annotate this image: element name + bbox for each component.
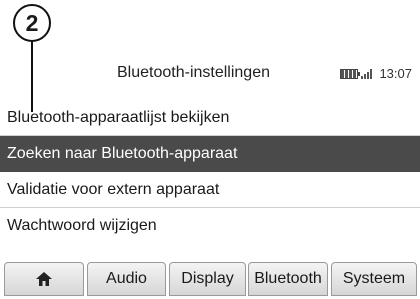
tab-label: Display <box>181 270 234 287</box>
menu-item-label: Bluetooth-apparaatlijst bekijken <box>7 109 230 126</box>
callout-number-badge: 2 <box>13 4 51 42</box>
tab-display[interactable]: Display <box>169 262 246 296</box>
menu-item-change-password[interactable]: Wachtwoord wijzigen <box>0 208 420 244</box>
tab-label: Bluetooth <box>254 270 322 287</box>
tab-home[interactable] <box>4 262 84 296</box>
battery-icon <box>340 68 361 79</box>
home-icon <box>36 272 52 286</box>
tab-bluetooth[interactable]: Bluetooth <box>248 262 328 296</box>
menu-item-validate-external-device[interactable]: Validatie voor extern apparaat <box>0 172 420 208</box>
clock-time: 13:07 <box>379 66 412 81</box>
status-area: 13:07 <box>340 66 412 81</box>
signal-icon <box>361 68 373 79</box>
tab-label: Systeem <box>342 270 406 287</box>
screen-title: Bluetooth-instellingen <box>117 64 270 81</box>
screen-header: Bluetooth-instellingen 13:07 <box>0 58 420 88</box>
menu-item-label: Zoeken naar Bluetooth-apparaat <box>7 145 238 162</box>
menu-item-label: Validatie voor extern apparaat <box>7 181 220 198</box>
tab-label: Audio <box>106 270 147 287</box>
menu-item-view-device-list[interactable]: Bluetooth-apparaatlijst bekijken <box>0 100 420 136</box>
bottom-tab-bar: Audio Display Bluetooth Systeem <box>0 258 420 299</box>
callout-number: 2 <box>25 9 39 36</box>
tab-audio[interactable]: Audio <box>87 262 166 296</box>
bluetooth-settings-menu: Bluetooth-apparaatlijst bekijken Zoeken … <box>0 100 420 244</box>
menu-item-label: Wachtwoord wijzigen <box>7 217 157 234</box>
tab-systeem[interactable]: Systeem <box>331 262 417 296</box>
menu-item-search-device[interactable]: Zoeken naar Bluetooth-apparaat <box>0 136 420 172</box>
